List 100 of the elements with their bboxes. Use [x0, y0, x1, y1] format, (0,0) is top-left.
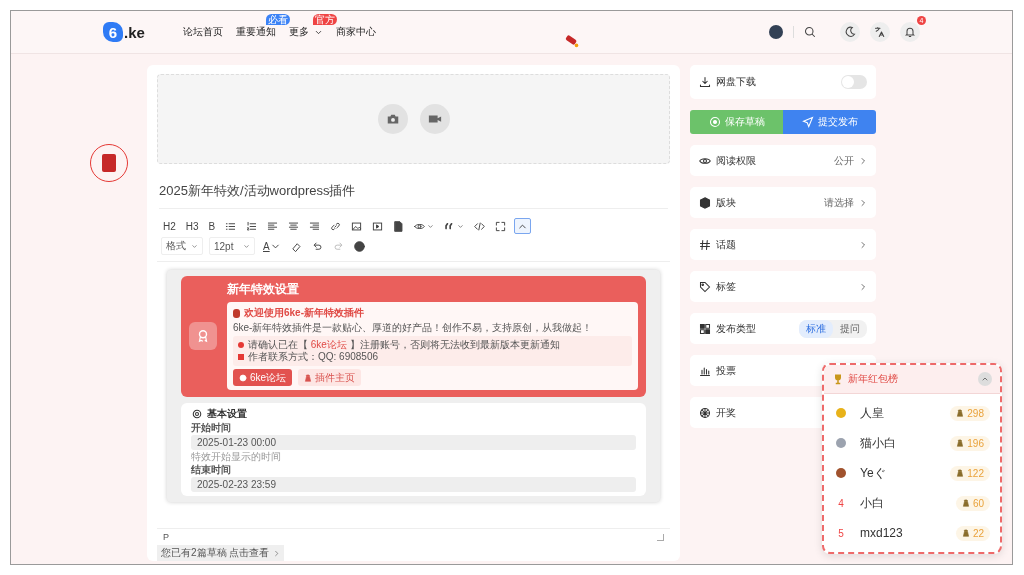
tag-icon	[699, 280, 711, 293]
toolbar-button[interactable]: H2	[161, 218, 178, 234]
element-path: P	[163, 532, 169, 542]
setting-value: 请选择	[824, 195, 854, 210]
trophy-icon	[832, 373, 844, 385]
setting-label: 版块	[716, 195, 736, 210]
link-icon	[330, 220, 342, 232]
chevron-right-icon	[273, 549, 281, 557]
setting-card[interactable]: 版块 请选择	[690, 187, 876, 218]
site-logo[interactable]: 6 .ke	[103, 22, 145, 42]
nav-link[interactable]: 论坛首页	[182, 25, 223, 39]
hash-icon	[699, 238, 711, 251]
chevron-right-icon	[859, 156, 867, 165]
chevron-up-icon	[981, 375, 989, 383]
caret-icon	[243, 242, 250, 250]
amount-badge: 196	[950, 435, 990, 451]
money-bag-icon	[961, 499, 970, 507]
format-dropdown[interactable]: 格式	[161, 237, 203, 255]
video-camera-icon[interactable]	[419, 104, 450, 134]
welcome-text: 6ke-新年特效插件是一款贴心、厚道的好产品！创作不易，支持原创，从我做起！	[233, 322, 594, 334]
chart-icon	[699, 364, 711, 377]
chevron-right-icon	[859, 240, 867, 249]
contact-text: 作者联系方式：QQ: 6908506	[248, 351, 379, 363]
date-time-field[interactable]: 2025-01-23 00:00	[191, 435, 636, 450]
caret-icon	[191, 242, 198, 250]
setting-card[interactable]: 话题	[690, 229, 876, 260]
setting-label: 网盘下载	[716, 75, 756, 89]
align-icon	[267, 220, 279, 232]
text-color-button[interactable]: A	[261, 238, 283, 254]
translate-button[interactable]	[870, 22, 890, 42]
setting-card[interactable]: 阅读权限 公开	[690, 145, 876, 176]
welcome-title: 欢迎使用6ke-新年特效插件	[244, 306, 364, 320]
dark-mode-button[interactable]	[840, 22, 860, 42]
globe-icon	[239, 373, 247, 382]
money-bag-icon	[956, 439, 965, 447]
money-bag-icon	[956, 409, 965, 417]
toggle-switch[interactable]	[841, 75, 867, 89]
toolbar-button[interactable]: B	[206, 218, 218, 234]
leaderboard-title: 新年红包榜	[848, 372, 899, 386]
list-icon	[225, 220, 237, 232]
segment-option[interactable]: 标准	[799, 319, 833, 338]
image-icon	[351, 220, 363, 232]
translate-icon	[874, 26, 886, 38]
chevron-right-icon	[859, 282, 867, 291]
notice-text: 请确认已在【 6ke论坛 】注册账号，否则将无法收到最新版本更新通知	[248, 339, 560, 351]
user-avatar[interactable]	[769, 25, 783, 39]
amount-badge: 122	[950, 465, 990, 481]
user-name: 猫小白	[860, 434, 897, 452]
document-button[interactable]: 插件主页	[298, 369, 362, 386]
segment-option[interactable]: 提问	[833, 319, 867, 338]
camera-icon[interactable]	[377, 104, 408, 134]
setting-label: 标签	[716, 279, 736, 294]
amount-badge: 298	[950, 405, 990, 421]
money-bag-icon	[961, 529, 970, 537]
file-icon	[393, 220, 405, 232]
post-title[interactable]: 2025新年特效/活动wordpress插件	[159, 182, 668, 209]
date-time-field[interactable]: 2025-02-23 23:59	[191, 477, 636, 492]
setting-label: 投票	[716, 363, 736, 378]
send-icon	[801, 116, 814, 128]
nav-badge: 必看	[265, 14, 290, 25]
drafts-notice-button[interactable]: 您已有2篇草稿 点击查看	[157, 545, 285, 561]
search-icon	[804, 26, 816, 38]
field-label: 开始时间	[191, 422, 232, 434]
nav-link[interactable]: 更多	[288, 25, 323, 39]
font-size-dropdown[interactable]: 12pt	[209, 237, 255, 255]
download-icon	[699, 76, 711, 88]
resize-grip-icon[interactable]	[657, 533, 664, 541]
rank-number: 4	[837, 497, 845, 509]
bell-icon	[904, 26, 916, 38]
wheel-icon	[699, 406, 711, 419]
setting-card[interactable]: 标签	[690, 271, 876, 302]
lantern-icon	[233, 308, 240, 318]
banner-title: 新年特效设置	[227, 281, 300, 298]
nav-badge: 官方	[312, 14, 337, 25]
setting-label: 阅读权限	[716, 153, 756, 168]
target-icon	[708, 116, 721, 128]
grid-icon	[699, 322, 711, 335]
nav-link[interactable]: 重要通知	[235, 25, 276, 39]
user-name: 人皇	[860, 404, 885, 422]
redo-icon	[332, 240, 344, 252]
setting-label: 话题	[716, 237, 736, 252]
notifications-button[interactable]	[900, 22, 920, 42]
caret-icon	[457, 222, 465, 230]
field-help-text: 特效开始显示的时间	[191, 451, 282, 463]
align-icon	[309, 220, 321, 232]
chevron-right-icon	[859, 198, 867, 207]
award-icon	[189, 321, 217, 350]
toolbar-button[interactable]: H3	[183, 218, 201, 234]
document-button[interactable]: 6ke论坛	[233, 369, 293, 386]
user-name: Yeぐ	[860, 464, 887, 482]
setting-label: 开奖	[716, 405, 736, 420]
forum-link[interactable]: 6ke论坛	[310, 339, 347, 350]
search-button[interactable]	[804, 26, 816, 38]
undo-icon	[311, 240, 323, 252]
cube-icon	[699, 196, 711, 209]
amount-badge: 60	[955, 495, 990, 511]
setting-value: 公开	[834, 153, 854, 168]
publish-button[interactable]: 提交发布	[783, 110, 876, 134]
expand-icon	[495, 220, 507, 232]
nav-link[interactable]: 商家中心	[335, 25, 376, 39]
